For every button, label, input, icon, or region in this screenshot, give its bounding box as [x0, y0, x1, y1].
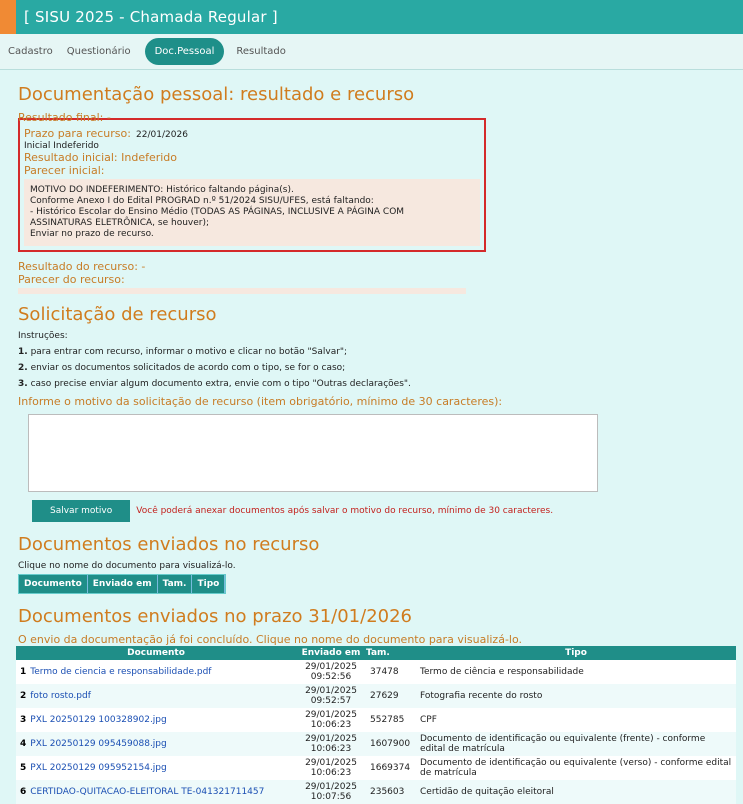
parecer-line: Enviar no prazo de recurso. [30, 229, 154, 239]
document-link[interactable]: foto rosto.pdf [30, 691, 91, 701]
recurso-docs-header: Documento Enviado em Tam. Tipo [18, 574, 227, 594]
instruction-step: 3. caso precise enviar algum documento e… [18, 379, 411, 389]
table-row: 4 PXL 20250129 095459088.jpg 29/01/2025 10… [16, 732, 736, 756]
inicial-indeferido: Inicial Indeferido [24, 141, 99, 151]
instruction-step: 1. para entrar com recurso, informar o m… [18, 347, 348, 357]
document-link[interactable]: PXL 20250129 095459088.jpg [30, 739, 166, 749]
tab-bar: Cadastro Questionário Doc.Pessoal Result… [0, 34, 743, 70]
table-row: 3 PXL 20250129 100328902.jpg 29/01/2025 10… [16, 708, 736, 732]
documents-table: Documento Enviado em Tam. Tipo 1 Termo de… [16, 646, 736, 804]
col-enviado: Enviado em [88, 575, 158, 593]
parecer-line: - Histórico Escolar do Ensino Médio (TOD… [30, 207, 405, 217]
main-content: Documentação pessoal: resultado e recurs… [0, 84, 743, 804]
parecer-line: MOTIVO DO INDEFERIMENTO: Histórico falta… [30, 185, 294, 195]
motivo-label: Informe o motivo da solicitação de recur… [18, 395, 503, 408]
prazo-value: 22/01/2026 [136, 130, 188, 140]
parecer-text: MOTIVO DO INDEFERIMENTO: Histórico falta… [24, 179, 480, 246]
th-tipo: Tipo [416, 646, 736, 660]
table-row: 6 CERTIDAO-QUITACAO-ELEITORAL TE-04132171… [16, 780, 736, 804]
parecer-recurso: Parecer do recurso: [18, 273, 125, 286]
resultado-recurso: Resultado do recurso: - [18, 260, 146, 273]
resultado-inicial: Resultado inicial: Indeferido [24, 151, 178, 164]
motivo-textarea[interactable] [28, 414, 598, 492]
tab-questionario[interactable]: Questionário [67, 46, 131, 57]
section-prazo-docs-heading: Documentos enviados no prazo 31/01/2026 [18, 606, 412, 627]
salvar-motivo-button[interactable]: Salvar motivo [32, 500, 131, 522]
document-link[interactable]: CERTIDAO-QUITACAO-ELEITORAL TE-041321711… [30, 787, 264, 797]
instruction-step: 2. enviar os documentos solicitados de a… [18, 363, 346, 373]
section-doc-heading: Documentação pessoal: resultado e recurs… [18, 84, 415, 105]
tab-doc-pessoal[interactable]: Doc.Pessoal [144, 38, 225, 65]
app-header: [ SISU 2025 - Chamada Regular ] [0, 0, 743, 34]
col-documento: Documento [19, 575, 88, 593]
parecer-line: Conforme Anexo I do Edital PROGRAD n.º 5… [30, 196, 374, 206]
col-tipo: Tipo [192, 575, 226, 593]
document-link[interactable]: PXL 20250129 095952154.jpg [30, 763, 166, 773]
section-recurso-docs-heading: Documentos enviados no recurso [18, 534, 320, 555]
table-row: 2 foto rosto.pdf 29/01/2025 09:52:57 27629… [16, 684, 736, 708]
th-enviado: Enviado em [296, 646, 366, 660]
app-title: [ SISU 2025 - Chamada Regular ] [24, 8, 278, 26]
section-recurso-heading: Solicitação de recurso [18, 304, 217, 325]
tab-cadastro[interactable]: Cadastro [8, 46, 53, 57]
tab-resultado[interactable]: Resultado [236, 46, 286, 57]
th-documento: Documento [16, 646, 296, 660]
th-tam: Tam. [366, 646, 416, 660]
recurso-docs-hint: Clique no nome do documento para visuali… [18, 561, 236, 571]
document-link[interactable]: Termo de ciencia e responsabilidade.pdf [30, 667, 211, 677]
table-row: 5 PXL 20250129 095952154.jpg 29/01/2025 10… [16, 756, 736, 780]
instructions-label: Instruções: [18, 331, 68, 341]
table-row: 1 Termo de ciencia e responsabilidade.pdf… [16, 660, 736, 684]
parecer-recurso-box [18, 288, 466, 294]
parecer-line: ASSINATURAS ELETRÔNICA, se houver); [30, 218, 210, 228]
prazo-label: Prazo para recurso: [24, 127, 131, 140]
parecer-label: Parecer inicial: [24, 164, 105, 177]
highlight-box: Prazo para recurso: 22/01/2026 Inicial I… [18, 118, 486, 252]
col-tam: Tam. [158, 575, 193, 593]
warning-text: Você poderá anexar documentos após salva… [136, 506, 554, 516]
prazo-docs-note: O envio da documentação já foi concluído… [18, 633, 523, 646]
brand-accent [0, 0, 16, 34]
document-link[interactable]: PXL 20250129 100328902.jpg [30, 715, 166, 725]
